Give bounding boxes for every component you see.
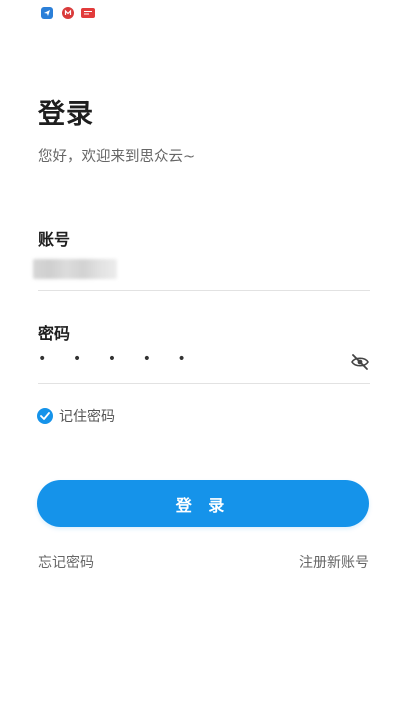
send-icon — [41, 7, 53, 19]
login-button[interactable]: 登 录 — [37, 480, 369, 527]
remember-password-row[interactable]: 记住密码 — [37, 406, 115, 426]
welcome-subtitle: 您好，欢迎来到思众云~ — [38, 149, 196, 165]
app-notification-icon — [62, 7, 74, 19]
account-label: 账号 — [38, 230, 71, 249]
password-divider — [38, 383, 370, 384]
password-input[interactable]: • • • • • — [38, 351, 195, 367]
news-app-icon — [81, 8, 95, 18]
forgot-password-link[interactable]: 忘记密码 — [38, 552, 94, 572]
status-bar — [0, 0, 405, 26]
eye-off-icon[interactable] — [350, 353, 370, 371]
account-input[interactable] — [33, 259, 117, 279]
checkbox-checked-icon[interactable] — [37, 408, 53, 424]
register-link[interactable]: 注册新账号 — [299, 552, 369, 572]
remember-password-label: 记住密码 — [59, 409, 115, 425]
account-divider — [38, 290, 370, 291]
password-label: 密码 — [38, 324, 71, 343]
page-title: 登录 — [38, 99, 94, 130]
